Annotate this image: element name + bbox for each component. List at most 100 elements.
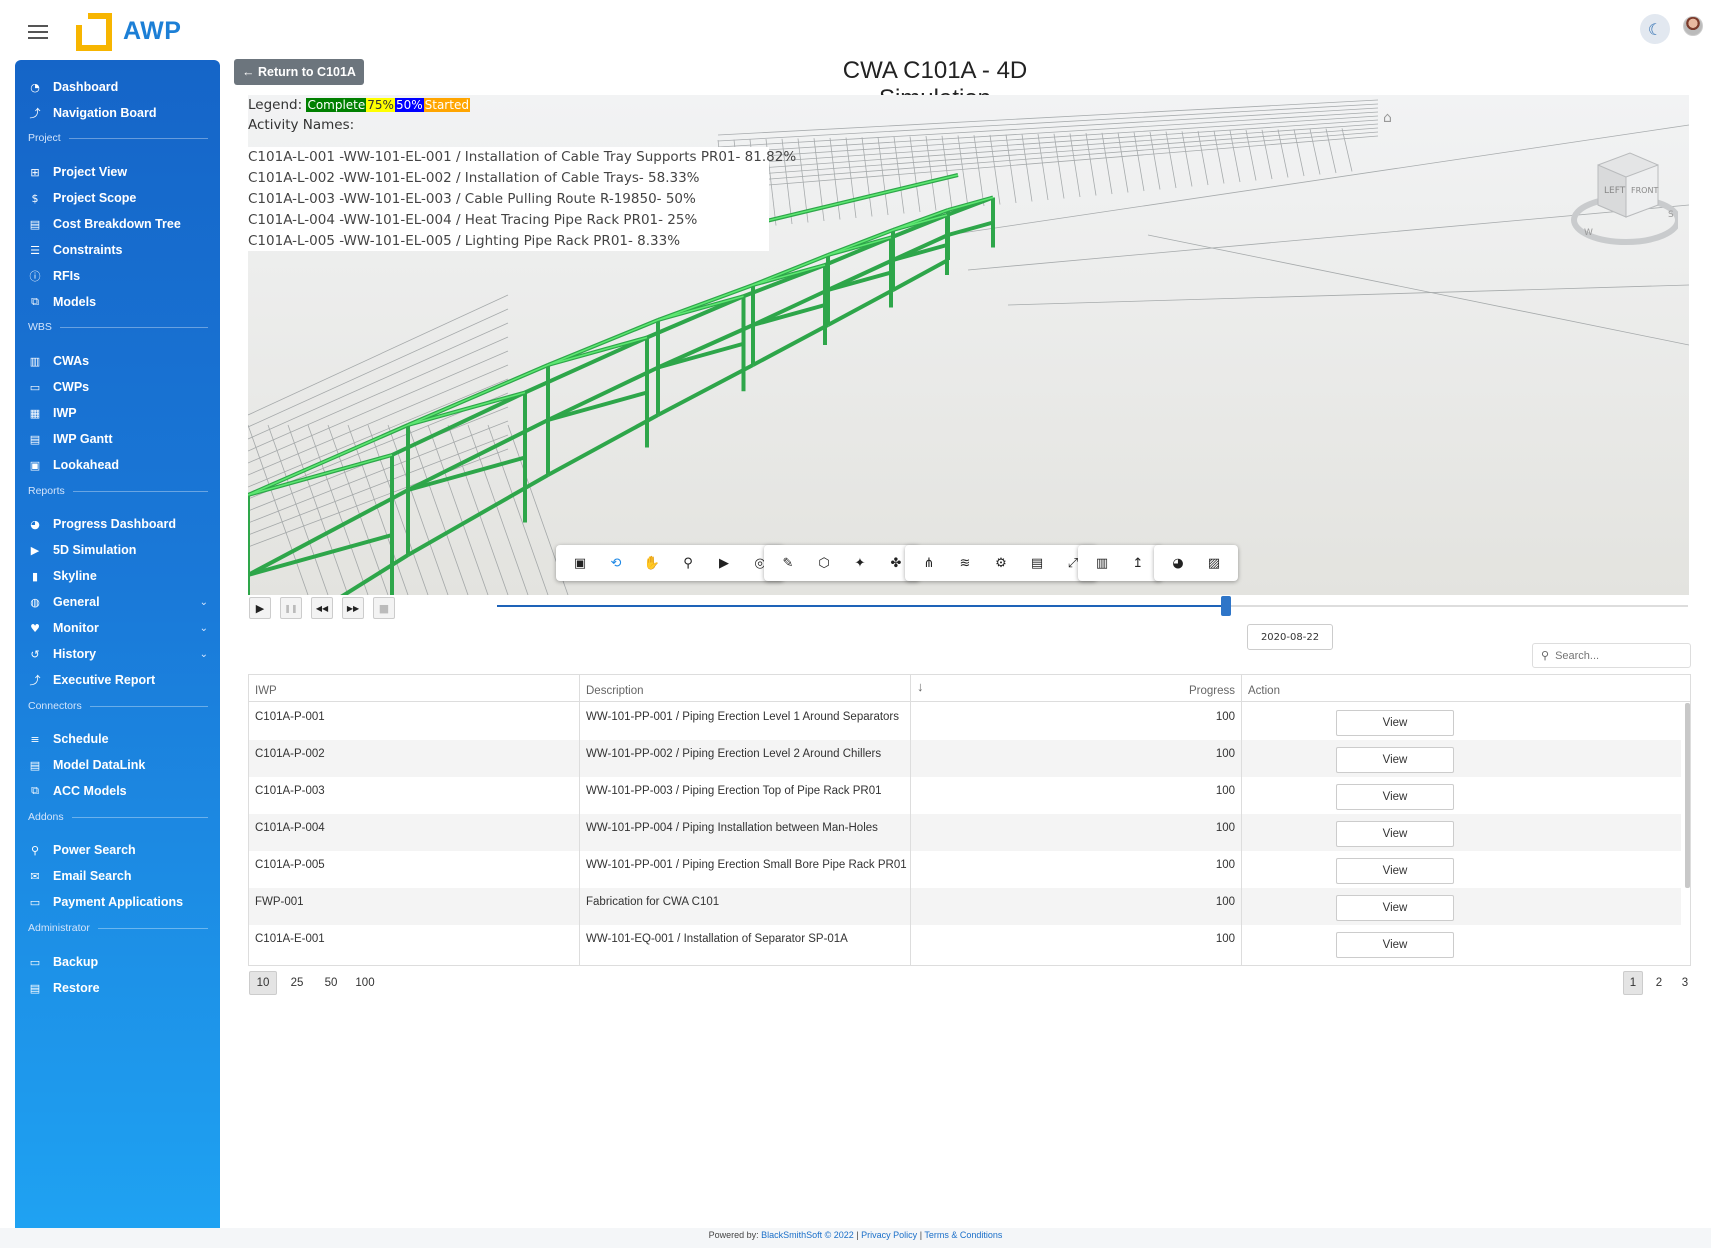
app-logo-text: AWP	[123, 17, 182, 45]
sidebar-item-cost-breakdown-tree[interactable]: ▤ Cost Breakdown Tree	[15, 211, 220, 237]
sidebar-item-payment-applications[interactable]: ▭ Payment Applications	[15, 889, 220, 915]
view-button[interactable]: View	[1336, 747, 1454, 773]
arrow-up-icon[interactable]: ↥	[1120, 548, 1156, 578]
sidebar-item-dashboard[interactable]: ◔ Dashboard	[15, 74, 220, 100]
sidebar-item-models[interactable]: ⧉ Models	[15, 289, 220, 315]
archive-icon: ▭	[29, 380, 41, 394]
settings-icon[interactable]: ⚙	[983, 548, 1019, 578]
sidebar-section-label: Connectors	[28, 700, 82, 712]
sidebar-item-executive-report[interactable]: ⤴ Executive Report	[15, 667, 220, 693]
moon-icon[interactable]: ☾	[1640, 14, 1670, 44]
logo-icon	[76, 13, 112, 51]
image-icon[interactable]: ▨	[1196, 548, 1232, 578]
play-circle-icon: ▶	[30, 543, 40, 557]
orbit-icon[interactable]: ⟲	[598, 548, 634, 578]
sidebar-item-restore[interactable]: ▤ Restore	[15, 975, 220, 1001]
walk-icon[interactable]: ⚲	[670, 548, 706, 578]
view-button[interactable]: View	[1336, 932, 1454, 958]
avatar[interactable]	[1683, 16, 1703, 36]
timeline-date: 2020-08-22	[1247, 624, 1333, 650]
properties-icon[interactable]: ▤	[1019, 548, 1055, 578]
page-size-25[interactable]: 25	[283, 971, 311, 995]
measure-icon[interactable]: ✎	[770, 548, 806, 578]
sidebar-item-iwp[interactable]: ▦ IWP	[15, 400, 220, 426]
sidebar-item-constraints[interactable]: ☰ Constraints	[15, 237, 220, 263]
page-3[interactable]: 3	[1675, 971, 1695, 995]
cell-iwp: C101A-E-001	[255, 933, 325, 945]
video-icon[interactable]: ▶	[706, 548, 742, 578]
view-button[interactable]: View	[1336, 858, 1454, 884]
viewcube[interactable]: LEFT FRONT W S	[1568, 135, 1678, 255]
section-icon[interactable]: ⬡	[806, 548, 842, 578]
sidebar-item-project-scope[interactable]: $ Project Scope	[15, 185, 220, 211]
sidebar-item-power-search[interactable]: ⚲ Power Search	[15, 837, 220, 863]
activity-title: Activity Names:	[248, 117, 355, 133]
column-header-iwp[interactable]: IWP	[249, 675, 579, 702]
page-size-10[interactable]: 10	[249, 971, 277, 995]
rewind-icon[interactable]: ◀◀	[311, 597, 333, 619]
palette-icon[interactable]: ◕	[1160, 548, 1196, 578]
page-size-selector: 10 25 50 100	[249, 971, 385, 995]
fast-forward-icon[interactable]: ▶▶	[342, 597, 364, 619]
sidebar-item-email-search[interactable]: ✉ Email Search	[15, 863, 220, 889]
timeline-slider[interactable]	[497, 596, 1688, 616]
search-input[interactable]	[1555, 649, 1681, 662]
map-icon[interactable]: ▥	[1084, 548, 1120, 578]
hierarchy-icon[interactable]: ⋔	[911, 548, 947, 578]
sidebar-item-schedule[interactable]: ≡ Schedule	[15, 726, 220, 752]
menu-toggle-icon[interactable]	[28, 25, 48, 39]
cell-description: WW-101-PP-001 / Piping Erection Small Bo…	[586, 859, 907, 871]
sidebar-item-history[interactable]: ↺ History ⌄	[15, 641, 220, 667]
sidebar-item-project-view[interactable]: ⊞ Project View	[15, 159, 220, 185]
sidebar-item-cwps[interactable]: ▭ CWPs	[15, 374, 220, 400]
chevron-down-icon: ⌄	[199, 622, 208, 634]
sidebar-item-rfis[interactable]: ⓘ RFIs	[15, 263, 220, 289]
sidebar-item-progress-dashboard[interactable]: ◕ Progress Dashboard	[15, 511, 220, 537]
return-button[interactable]: ← Return to C101A	[234, 59, 364, 85]
cell-progress: 100	[1215, 711, 1235, 723]
search-box[interactable]: ⚲	[1532, 643, 1691, 668]
view-button[interactable]: View	[1336, 710, 1454, 736]
sidebar-item-iwp-gantt[interactable]: ▤ IWP Gantt	[15, 426, 220, 452]
timeline-handle[interactable]	[1220, 596, 1231, 616]
explode-icon[interactable]: ✦	[842, 548, 878, 578]
home-icon[interactable]: ⌂	[1383, 110, 1392, 126]
sidebar-section-addons: Addons	[28, 811, 208, 823]
view-button[interactable]: View	[1336, 784, 1454, 810]
activity-item: C101A-L-005 -WW-101-EL-005 / Lighting Pi…	[248, 233, 681, 249]
page-1[interactable]: 1	[1623, 971, 1643, 995]
pause-icon[interactable]: ❚❚	[280, 597, 302, 619]
play-icon[interactable]: ▶	[249, 597, 271, 619]
sidebar-item-cwas[interactable]: ▥ CWAs	[15, 348, 220, 374]
column-header-progress[interactable]: Progress	[911, 675, 1241, 702]
view-button[interactable]: View	[1336, 895, 1454, 921]
sidebar-item-5d-simulation[interactable]: ▶ 5D Simulation	[15, 537, 220, 563]
column-header-description[interactable]: Description	[580, 675, 910, 702]
pan-icon[interactable]: ✋	[634, 548, 670, 578]
sidebar-item-label: Schedule	[53, 732, 109, 746]
layers-icon[interactable]: ≋	[947, 548, 983, 578]
camera-icon[interactable]: ▣	[562, 548, 598, 578]
sidebar-item-lookahead[interactable]: ▣ Lookahead	[15, 452, 220, 478]
sidebar-item-general[interactable]: ◍ General ⌄	[15, 589, 220, 615]
sidebar-section-label: Project	[28, 132, 61, 144]
sidebar-item-skyline[interactable]: ▮ Skyline	[15, 563, 220, 589]
stop-icon[interactable]: ■	[373, 597, 395, 619]
privacy-policy-link[interactable]: Privacy Policy	[861, 1230, 917, 1240]
sidebar-item-backup[interactable]: ▭ Backup	[15, 949, 220, 975]
sidebar-item-label: ACC Models	[53, 784, 127, 798]
footer-company-link[interactable]: BlackSmithSoft © 2022	[761, 1230, 854, 1240]
table-scrollbar[interactable]	[1685, 703, 1690, 888]
view-button[interactable]: View	[1336, 821, 1454, 847]
page-size-50[interactable]: 50	[317, 971, 345, 995]
model-viewer[interactable]: Legend: Complete 75% 50% Started Activity N…	[248, 95, 1689, 595]
sidebar-item-acc-models[interactable]: ⧉ ACC Models	[15, 778, 220, 804]
sidebar-item-navigation-board[interactable]: ⤴ Navigation Board	[15, 100, 220, 126]
sidebar-item-model-datalink[interactable]: ▤ Model DataLink	[15, 752, 220, 778]
sidebar-item-monitor[interactable]: ♥ Monitor ⌄	[15, 615, 220, 641]
page-size-100[interactable]: 100	[351, 971, 379, 995]
legend-50pct: 50%	[394, 98, 424, 112]
page-2[interactable]: 2	[1649, 971, 1669, 995]
section-divider	[71, 816, 208, 818]
terms-link[interactable]: Terms & Conditions	[924, 1230, 1002, 1240]
